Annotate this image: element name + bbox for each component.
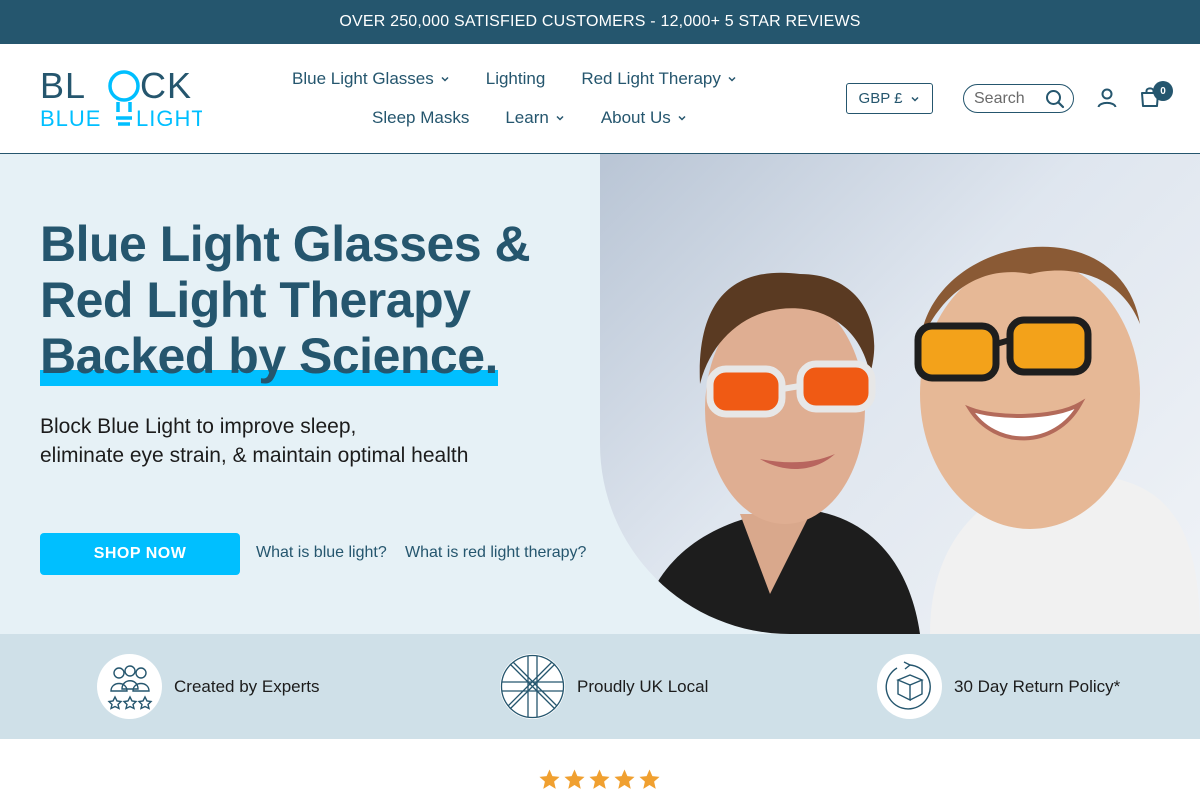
site-header: BL CK BLUE LIGHT Blue Light Glasses Ligh…: [0, 44, 1200, 154]
nav-label: Blue Light Glasses: [292, 69, 434, 88]
main-nav-row-2: Sleep Masks Learn About Us: [372, 107, 723, 129]
nav-blue-light-glasses[interactable]: Blue Light Glasses: [292, 69, 450, 89]
nav-label: Red Light Therapy: [581, 69, 721, 88]
svg-text:LIGHT: LIGHT: [136, 106, 202, 128]
nav-lighting[interactable]: Lighting: [486, 69, 546, 89]
feature-label: 30 Day Return Policy*: [954, 676, 1121, 696]
what-is-red-light-therapy-link[interactable]: What is red light therapy?: [405, 544, 586, 562]
feature-experts: Created by Experts: [97, 654, 320, 719]
nav-label: Lighting: [485, 69, 546, 88]
svg-text:BLUE: BLUE: [40, 106, 101, 128]
svg-text:BL: BL: [40, 68, 86, 106]
main-nav-row-1: Blue Light Glasses Lighting Red Light Th…: [292, 68, 773, 90]
return-box-icon: [877, 654, 942, 719]
experts-icon: [97, 654, 162, 719]
chevron-down-icon: [728, 76, 736, 82]
hero-title-line-3: Backed by Science.: [40, 328, 498, 384]
nav-label: About Us: [600, 108, 671, 127]
announcement-text: OVER 250,000 SATISFIED CUSTOMERS - 12,00…: [339, 13, 861, 30]
chevron-down-icon: [441, 76, 449, 82]
nav-label: Learn: [505, 108, 549, 127]
hero-title-line-1: Blue Light Glasses &: [40, 216, 531, 272]
star-icon: [639, 769, 660, 789]
nav-red-light-therapy[interactable]: Red Light Therapy: [581, 69, 737, 89]
hero-title: Blue Light Glasses & Red Light Therapy B…: [40, 216, 580, 386]
search-box: [963, 84, 1074, 113]
search-icon[interactable]: [1045, 89, 1065, 109]
nav-label: Sleep Masks: [372, 108, 470, 127]
star-icon: [589, 769, 610, 789]
review-stars: [538, 768, 661, 791]
hero-subtitle-line-1: Block Blue Light to improve sleep,: [40, 415, 357, 438]
nav-about-us[interactable]: About Us: [601, 108, 687, 128]
star-icon: [564, 769, 585, 789]
shop-now-button[interactable]: SHOP NOW: [40, 533, 240, 575]
features-strip: Created by Experts Proudly UK Local 30 D…: [0, 634, 1200, 739]
hero-subtitle-line-2: eliminate eye strain, & maintain optimal…: [40, 444, 469, 467]
brand-logo[interactable]: BL CK BLUE LIGHT: [40, 65, 205, 131]
hero-title-highlight: Backed by Science.: [40, 328, 498, 386]
account-icon[interactable]: [1096, 87, 1118, 109]
feature-uk-local: Proudly UK Local: [500, 654, 708, 719]
star-icon: [539, 769, 560, 789]
nav-learn[interactable]: Learn: [505, 108, 564, 128]
chevron-down-icon: [911, 96, 919, 102]
hero-title-line-2: Red Light Therapy: [40, 272, 471, 328]
star-icon: [614, 769, 635, 789]
hero-subtitle: Block Blue Light to improve sleep, elimi…: [40, 412, 580, 470]
feature-label: Proudly UK Local: [577, 676, 709, 696]
hero-image: [600, 154, 1200, 634]
chevron-down-icon: [556, 115, 564, 121]
uk-flag-icon: [500, 654, 565, 719]
what-is-blue-light-link[interactable]: What is blue light?: [256, 544, 387, 562]
hero-banner: Blue Light Glasses & Red Light Therapy B…: [0, 154, 1200, 634]
nav-sleep-masks[interactable]: Sleep Masks: [372, 108, 469, 128]
feature-return-policy: 30 Day Return Policy*: [877, 654, 1120, 719]
cart-count-badge: 0: [1153, 81, 1173, 101]
feature-label: Created by Experts: [174, 676, 320, 696]
chevron-down-icon: [678, 115, 686, 121]
svg-text:CK: CK: [140, 68, 192, 106]
announcement-bar: OVER 250,000 SATISFIED CUSTOMERS - 12,00…: [0, 0, 1200, 44]
currency-selector[interactable]: GBP £: [846, 83, 933, 114]
currency-value: GBP £: [858, 90, 903, 107]
search-input[interactable]: [974, 89, 1044, 108]
